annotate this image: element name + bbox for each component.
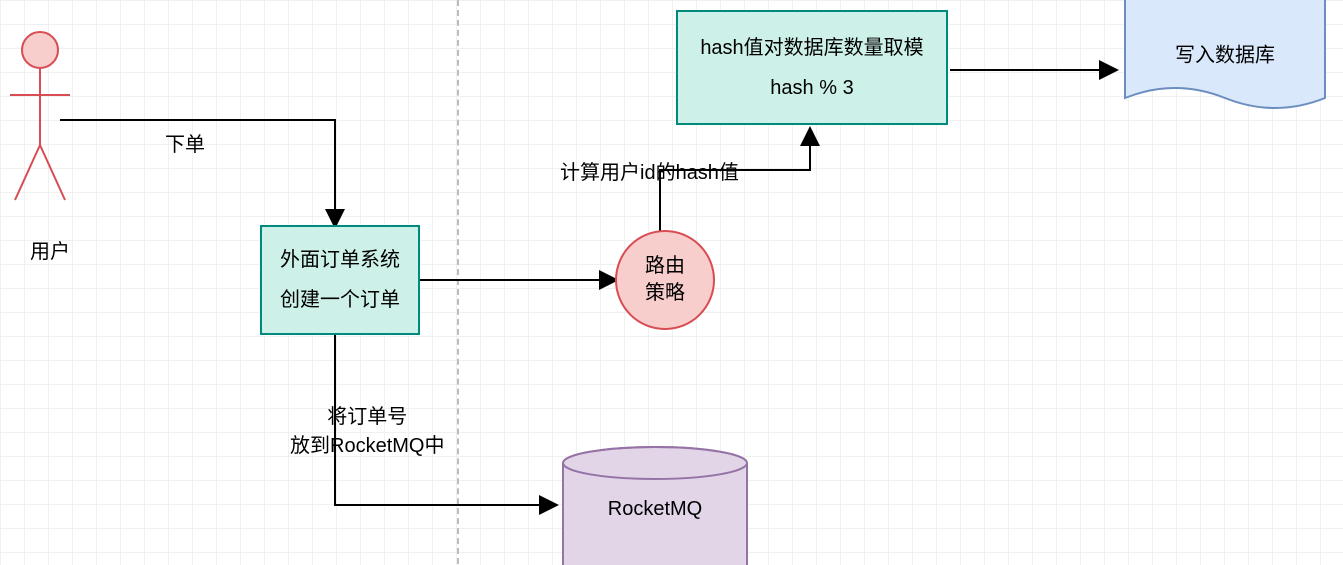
database-label: 写入数据库 (1120, 38, 1330, 67)
routing-line1: 路由 (645, 253, 685, 280)
label-place-order: 下单 (165, 128, 205, 157)
label-put-order-mq-line2: 放到RocketMQ中 (290, 429, 444, 458)
hash-box: hash值对数据库数量取模 hash % 3 (676, 10, 948, 125)
label-put-order-mq: 将订单号 放到RocketMQ中 (290, 400, 444, 458)
routing-circle: 路由 策略 (615, 230, 715, 330)
vertical-divider (457, 0, 459, 564)
label-put-order-mq-line1: 将订单号 (290, 400, 444, 429)
order-system-line1: 外面订单系统 (280, 240, 400, 280)
hash-line1: hash值对数据库数量取模 (696, 28, 928, 68)
actor-user (10, 30, 90, 215)
order-system-box: 外面订单系统 创建一个订单 (260, 225, 420, 335)
order-system-line2: 创建一个订单 (280, 280, 400, 320)
label-hash-userid: 计算用户id的hash值 (560, 156, 739, 185)
rocketmq-label: RocketMQ (560, 498, 750, 521)
rocketmq-cylinder: RocketMQ (560, 445, 750, 565)
actor-label: 用户 (20, 235, 80, 264)
hash-line2: hash % 3 (696, 68, 928, 108)
routing-line2: 策略 (645, 280, 685, 307)
database-shape: 写入数据库 (1120, 0, 1330, 125)
